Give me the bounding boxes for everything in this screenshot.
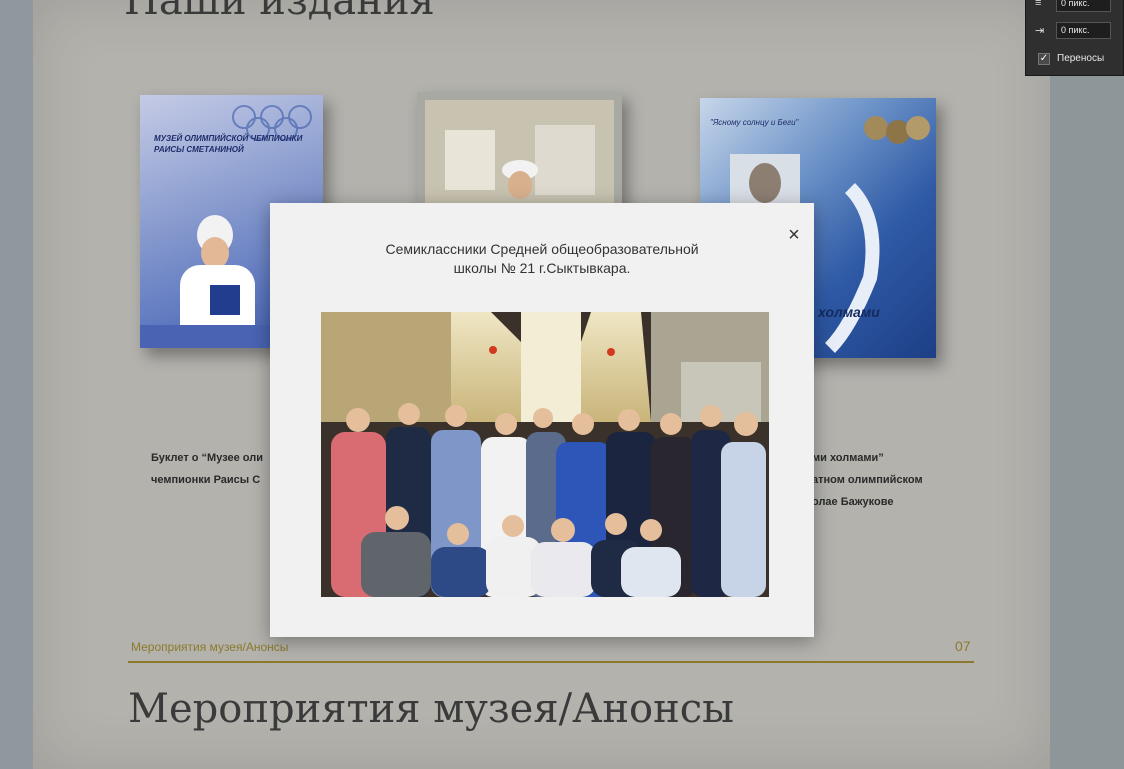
book-cover-museum[interactable] (417, 92, 622, 212)
footer-section-label[interactable]: Мероприятия музея/Анонсы (131, 640, 288, 654)
caption-line: атном олимпийском (812, 474, 923, 486)
caption-line: Семиклассники Средней общеобразовательно… (385, 241, 699, 257)
museum-photo (425, 100, 614, 204)
indent-top-row: ≡ 0 пикс. (1026, 0, 1124, 16)
caption-line: ми холмами” (812, 452, 884, 464)
paragraph-settings-panel: ≡ 0 пикс. ⇥ 0 пикс. ✓ Переносы (1025, 0, 1124, 76)
footer-divider (128, 661, 974, 663)
book-caption-3: ми холмами” атном олимпийском олае Бажук… (812, 447, 923, 513)
indent-bottom-icon: ⇥ (1035, 25, 1045, 37)
modal-caption: Семиклассники Средней общеобразовательно… (310, 240, 774, 278)
footer-page-number: 07 (955, 638, 971, 654)
group-photo-scene (321, 312, 769, 597)
book-title: МУЗЕЙ ОЛИМПИЙСКОЙ ЧЕМПИОНКИ РАИСЫ СМЕТАН… (154, 134, 303, 154)
caption-line: олае Бажукове (812, 496, 894, 508)
close-icon[interactable]: × (784, 225, 804, 245)
caption-line: школы № 21 г.Сыктывкара. (453, 260, 631, 276)
hyphenation-label: Переносы (1057, 53, 1105, 64)
book-cover-label: холмами (818, 304, 880, 320)
indent-top-icon: ≡ (1035, 0, 1042, 9)
hyphenation-row: ✓ Переносы (1026, 49, 1124, 71)
section-heading-publications: Наши издания (124, 0, 435, 24)
indent-top-input[interactable]: 0 пикс. (1056, 0, 1111, 12)
indent-bottom-input[interactable]: 0 пикс. (1056, 22, 1111, 39)
book-caption-1: Буклет о “Музее оли чемпионки Раисы С (151, 447, 263, 491)
caption-line: чемпионки Раисы С (151, 474, 261, 486)
section-heading-events: Мероприятия музея/Анонсы (128, 686, 734, 732)
group-photo[interactable] (321, 312, 769, 597)
lightbox-modal: Семиклассники Средней общеобразовательно… (270, 203, 814, 637)
indent-bottom-row: ⇥ 0 пикс. (1026, 21, 1124, 43)
caption-line: Буклет о “Музее оли (151, 452, 263, 464)
hyphenation-checkbox[interactable]: ✓ (1038, 53, 1050, 65)
right-gutter (1050, 0, 1124, 769)
